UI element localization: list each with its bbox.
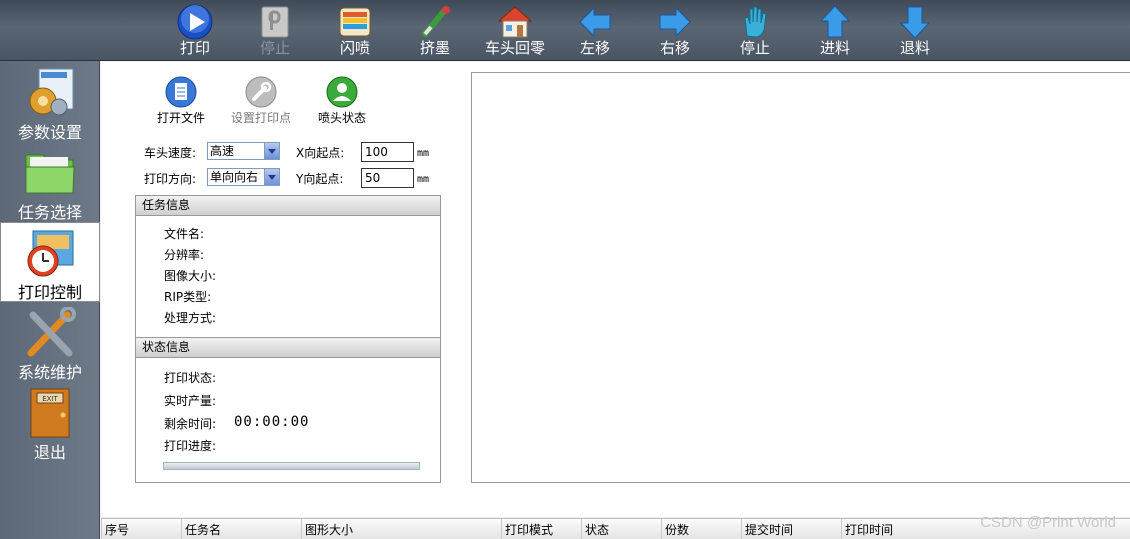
- set-print-point-label: 设置打印点: [230, 111, 291, 125]
- document-icon: [165, 76, 197, 108]
- pause-icon: [261, 6, 289, 38]
- squeeze-ink-button[interactable]: 挤墨: [395, 0, 475, 61]
- arrow-left-icon: [579, 6, 611, 38]
- head-speed-value: 高速: [210, 144, 235, 158]
- head-speed-select[interactable]: 高速: [207, 142, 280, 160]
- sidebar-item-maintenance[interactable]: 系统维护: [0, 303, 100, 383]
- feed-in-label: 进料: [819, 39, 850, 57]
- set-print-point-button[interactable]: 设置打印点: [216, 74, 306, 129]
- column-header-task-name[interactable]: 任务名: [181, 519, 301, 539]
- print-direction-label: 打印方向:: [144, 172, 197, 186]
- print-direction-value: 单向向右: [210, 170, 259, 184]
- home-icon: [497, 6, 533, 38]
- y-start-input[interactable]: 50: [361, 168, 414, 188]
- print-progress-bar: [163, 462, 420, 470]
- chevron-down-icon[interactable]: [264, 143, 279, 159]
- image-size-label: 图像大小:: [164, 269, 217, 283]
- head-home-button[interactable]: 车头回零: [475, 0, 555, 61]
- flash-spray-button[interactable]: 闪喷: [315, 0, 395, 61]
- tools-icon: [27, 307, 76, 357]
- svg-text:EXIT: EXIT: [42, 395, 58, 403]
- open-file-button[interactable]: 打开文件: [136, 74, 226, 129]
- print-preview-area[interactable]: [471, 72, 1130, 483]
- play-icon: [177, 4, 213, 40]
- status-info-panel: 状态信息 打印状态: 实时产量: 剩余时间: 00:00:00 打印进度:: [135, 337, 441, 483]
- rip-type-label: RIP类型:: [164, 290, 212, 304]
- sidebar-label: 参数设置: [17, 123, 82, 142]
- column-header-image-size[interactable]: 图形大小: [301, 519, 501, 539]
- ink-dropper-icon: [422, 6, 450, 37]
- file-name-label: 文件名:: [164, 227, 205, 241]
- print-control-panel: 打开文件 设置打印点 喷头状态 车头速度: 高速 X向起点: 100 mm 打印…: [101, 62, 1130, 517]
- column-header-print-mode[interactable]: 打印模式: [501, 519, 581, 539]
- remaining-time-label: 剩余时间:: [164, 417, 217, 431]
- y-unit-label: mm: [417, 174, 430, 185]
- head-home-label: 车头回零: [484, 39, 545, 57]
- column-header-status[interactable]: 状态: [581, 519, 661, 539]
- head-speed-label: 车头速度:: [144, 146, 197, 160]
- left-sidebar: 参数设置 任务选择 打印控制 系统维护 EXIT 退出: [0, 61, 100, 539]
- task-info-title: 任务信息: [136, 196, 440, 216]
- sidebar-item-task-select[interactable]: 任务选择: [0, 143, 100, 223]
- nozzle-status-label: 喷头状态: [317, 111, 366, 125]
- arrow-up-icon: [819, 5, 851, 38]
- folder-icon: [25, 154, 75, 194]
- sidebar-item-print-control[interactable]: 打印控制: [0, 222, 100, 302]
- move-right-button[interactable]: 右移: [635, 0, 715, 61]
- sidebar-item-parameters[interactable]: 参数设置: [0, 63, 100, 143]
- open-file-label: 打开文件: [156, 111, 205, 125]
- nozzle-status-button[interactable]: 喷头状态: [297, 74, 387, 129]
- x-start-label: X向起点:: [296, 146, 345, 160]
- column-header-submit-time[interactable]: 提交时间: [741, 519, 841, 539]
- task-table-header: 序号 任务名 图形大小 打印模式 状态 份数 提交时间 打印时间: [101, 518, 1130, 539]
- squeeze-ink-label: 挤墨: [419, 39, 450, 57]
- print-label: 打印: [179, 39, 210, 57]
- main-toolbar: 打印 停止 闪喷 挤墨 车头回零 左移 右移 停止 进料 退料: [0, 0, 1130, 61]
- sidebar-label: 打印控制: [17, 283, 82, 302]
- x-start-input[interactable]: 100: [361, 142, 414, 162]
- print-button[interactable]: 打印: [155, 0, 235, 61]
- remaining-time-value: 00:00:00: [234, 414, 310, 430]
- arrow-right-icon: [659, 6, 691, 38]
- arrow-down-icon: [899, 6, 931, 39]
- move-left-button[interactable]: 左移: [555, 0, 635, 61]
- sidebar-label: 退出: [33, 443, 66, 462]
- column-header-print-time[interactable]: 打印时间: [841, 519, 941, 539]
- stop-button[interactable]: 停止: [715, 0, 795, 61]
- clock-control-icon: [27, 230, 74, 277]
- print-status-label: 打印状态:: [164, 371, 217, 385]
- column-header-index[interactable]: 序号: [101, 519, 181, 539]
- hand-stop-icon: [744, 6, 767, 38]
- sidebar-item-exit[interactable]: EXIT 退出: [0, 383, 100, 463]
- feed-out-button[interactable]: 退料: [875, 0, 955, 61]
- sidebar-label: 系统维护: [17, 363, 82, 382]
- y-start-label: Y向起点:: [296, 172, 344, 186]
- sidebar-label: 任务选择: [17, 203, 82, 222]
- settings-gears-icon: [29, 68, 74, 116]
- process-mode-label: 处理方式:: [164, 311, 217, 325]
- wrench-icon: [245, 76, 277, 108]
- stop-label-2: 停止: [739, 39, 770, 57]
- print-direction-select[interactable]: 单向向右: [207, 168, 280, 186]
- stop-button-disabled[interactable]: 停止: [235, 0, 315, 61]
- task-info-panel: 任务信息 文件名: 分辨率: 图像大小: RIP类型: 处理方式:: [135, 195, 441, 338]
- flash-spray-icon: [339, 7, 371, 37]
- status-info-title: 状态信息: [136, 338, 440, 358]
- chevron-down-icon[interactable]: [264, 169, 279, 185]
- exit-door-icon: EXIT: [30, 388, 70, 438]
- feed-in-button[interactable]: 进料: [795, 0, 875, 61]
- stop-label: 停止: [259, 39, 290, 57]
- feed-out-label: 退料: [899, 39, 930, 57]
- resolution-label: 分辨率:: [164, 248, 205, 262]
- realtime-output-label: 实时产量:: [164, 394, 217, 408]
- user-status-icon: [326, 76, 358, 108]
- watermark: CSDN @Print World: [980, 514, 1116, 531]
- x-unit-label: mm: [417, 148, 430, 159]
- column-header-copies[interactable]: 份数: [661, 519, 741, 539]
- move-right-label: 右移: [659, 39, 690, 57]
- flash-spray-label: 闪喷: [339, 39, 370, 57]
- print-progress-label: 打印进度:: [164, 439, 217, 453]
- move-left-label: 左移: [579, 39, 610, 57]
